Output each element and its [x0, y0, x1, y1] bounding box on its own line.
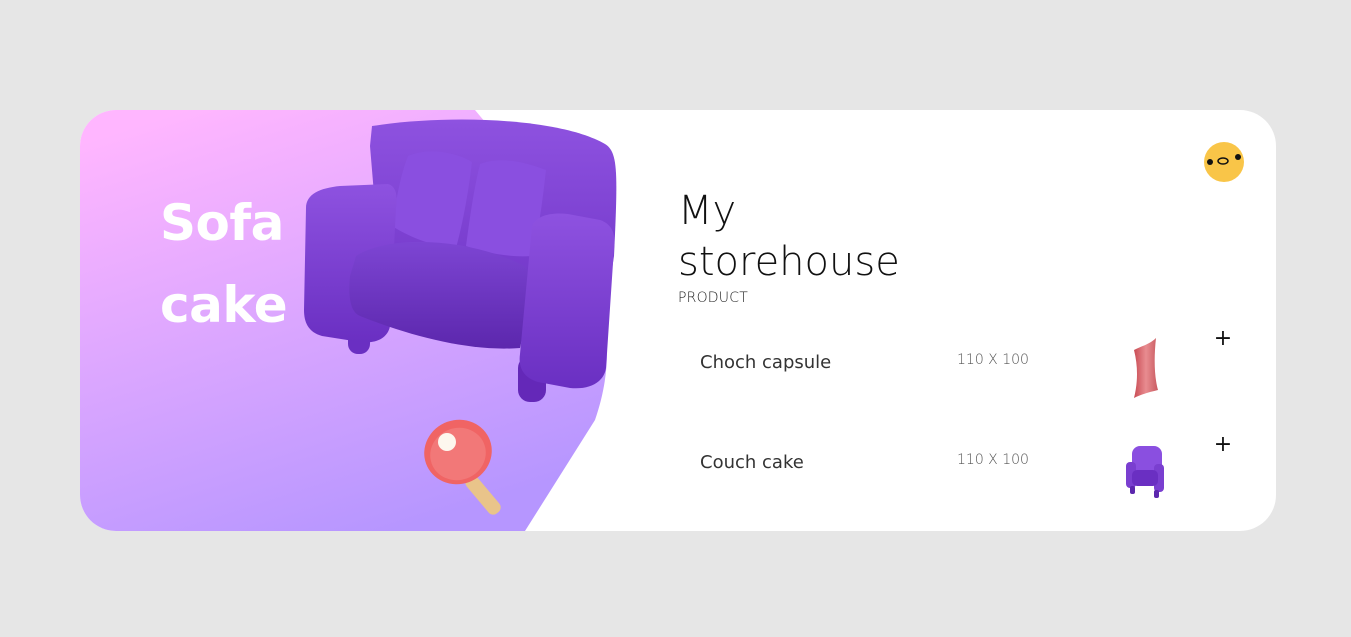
- page-title-line2: storehouse: [678, 239, 900, 285]
- store-card: Sofa cake My storehouse PRODUCT Choch ca…: [80, 110, 1276, 531]
- ping-pong-paddle-image: [424, 419, 501, 515]
- product-row: Couch cake 110 X 100 +: [680, 432, 1240, 522]
- pink-pillow-icon: [1134, 338, 1158, 398]
- product-size: 110 X 100: [957, 452, 1029, 468]
- page-title: My storehouse: [678, 186, 900, 288]
- add-product-button[interactable]: +: [1212, 328, 1234, 350]
- product-size: 110 X 100: [957, 352, 1029, 368]
- armchair-image: [304, 119, 617, 402]
- hero-title-line2: cake: [160, 276, 288, 334]
- section-label-product: PRODUCT: [678, 290, 748, 306]
- emoji-face-icon: [1207, 154, 1241, 165]
- product-name: Choch capsule: [700, 352, 832, 373]
- page-title-line1: My: [678, 188, 737, 234]
- product-name: Couch cake: [700, 452, 804, 473]
- purple-armchair-icon: [1126, 446, 1164, 498]
- user-avatar[interactable]: [1204, 142, 1244, 182]
- hero-title: Sofa cake: [160, 182, 288, 346]
- hero-title-line1: Sofa: [160, 194, 284, 252]
- add-product-button[interactable]: +: [1212, 434, 1234, 456]
- product-row: Choch capsule 110 X 100 +: [680, 328, 1240, 422]
